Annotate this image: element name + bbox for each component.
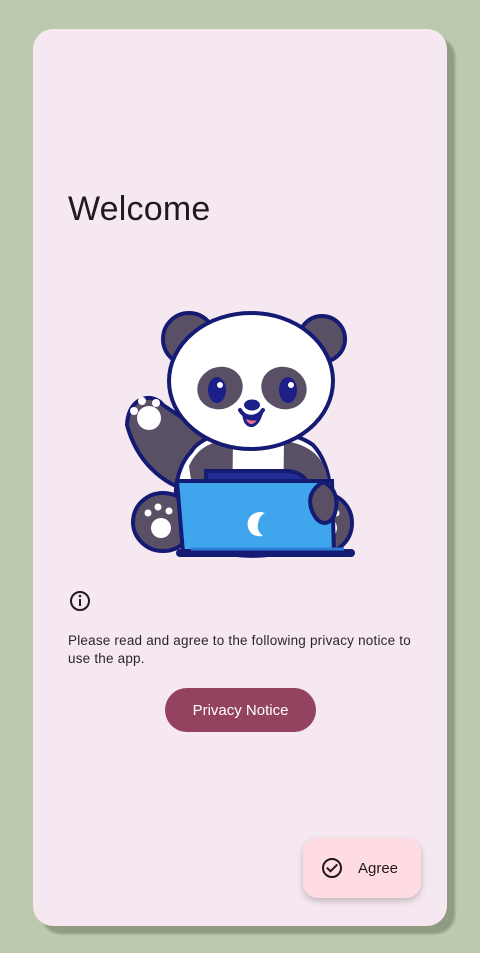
privacy-notice-message: Please read and agree to the following p… (68, 633, 411, 666)
agree-label: Agree (358, 859, 399, 877)
page-title: Welcome (68, 190, 211, 228)
info-icon (70, 591, 90, 611)
agree-button[interactable]: Agree (303, 838, 421, 898)
panda-laptop-illustration (124, 311, 355, 558)
app-screen: Welcome Please read and agree to the fol… (0, 0, 480, 953)
privacy-notice-button[interactable]: Privacy Notice (165, 688, 316, 732)
welcome-card: Welcome Please read and agree to the fol… (33, 29, 447, 926)
check-circle-icon (322, 858, 342, 878)
